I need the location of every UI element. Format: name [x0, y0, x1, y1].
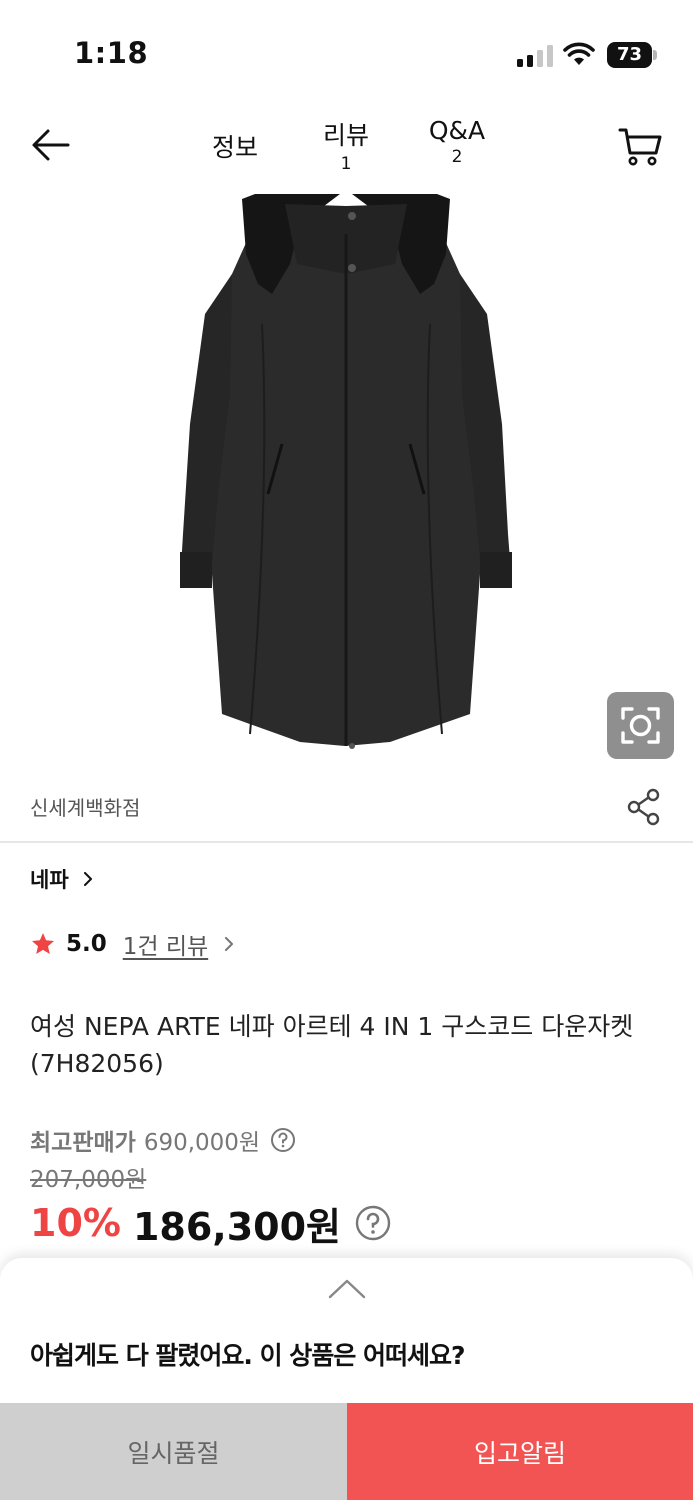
- sold-out-button[interactable]: 일시품절: [0, 1403, 347, 1500]
- seller-name[interactable]: 신세계백화점: [30, 792, 140, 821]
- wifi-icon: [563, 42, 595, 65]
- price-max-value: 690,000원: [143, 1130, 261, 1156]
- status-time: 1:18: [74, 36, 149, 70]
- star-icon: [32, 933, 54, 954]
- chevron-up-icon[interactable]: [328, 1278, 366, 1300]
- battery-icon: 73: [607, 42, 657, 68]
- help-icon[interactable]: [270, 1127, 296, 1153]
- tab-qa-count: 2: [451, 147, 463, 167]
- tab-review-count: 1: [340, 154, 352, 174]
- tab-review-label: 리뷰: [322, 121, 369, 150]
- cart-icon[interactable]: [616, 122, 664, 168]
- help-icon[interactable]: [355, 1205, 391, 1241]
- restock-notify-button[interactable]: 입고알림: [347, 1403, 693, 1500]
- top-nav: 정보 리뷰 1 Q&A 2: [0, 108, 693, 190]
- product-image[interactable]: [0, 194, 693, 764]
- cellular-signal-icon: [517, 45, 553, 67]
- sold-out-message: 아쉽게도 다 팔렸어요. 이 상품은 어떠세요?: [30, 1341, 466, 1370]
- brand-link[interactable]: 네파: [30, 862, 95, 896]
- lens-search-icon: [621, 707, 660, 744]
- rating-score: 5.0: [66, 931, 107, 957]
- coat-image: [180, 194, 512, 749]
- status-bar: 1:18 73: [0, 0, 693, 100]
- tab-qa-label: Q&A: [428, 116, 486, 145]
- rating-row: 5.0 1건 리뷰: [30, 926, 236, 962]
- back-arrow-icon[interactable]: [28, 122, 74, 168]
- share-icon[interactable]: [624, 786, 664, 826]
- lens-search-button[interactable]: [607, 692, 674, 759]
- product-title: 여성 NEPA ARTE 네파 아르테 4 IN 1 구스코드 다운자켓 (7H…: [30, 1012, 634, 1078]
- price-original: 207,000원: [30, 1167, 147, 1193]
- tab-info-label: 정보: [211, 133, 258, 162]
- final-price: 186,300원: [132, 1204, 342, 1249]
- brand-name: 네파: [30, 868, 69, 892]
- seller-row: 신세계백화점: [0, 778, 693, 842]
- divider: [0, 841, 693, 843]
- battery-level: 73: [607, 42, 652, 68]
- chevron-right-icon[interactable]: [222, 937, 236, 951]
- tab-review[interactable]: 리뷰 1: [312, 116, 380, 174]
- chevron-right-icon: [83, 872, 92, 886]
- price-max-label: 최고판매가: [30, 1130, 136, 1156]
- tab-info[interactable]: 정보: [200, 128, 270, 164]
- sold-out-sheet: 아쉽게도 다 팔렸어요. 이 상품은 어떠세요? 일시품절 입고알림: [0, 1258, 693, 1500]
- tab-qa[interactable]: Q&A 2: [420, 116, 494, 167]
- price-max-row: 최고판매가 690,000원: [30, 1122, 296, 1158]
- price-final-row: 10% 186,300원: [30, 1196, 391, 1250]
- review-link[interactable]: 1건 리뷰: [123, 927, 208, 961]
- discount-rate: 10%: [30, 1201, 121, 1245]
